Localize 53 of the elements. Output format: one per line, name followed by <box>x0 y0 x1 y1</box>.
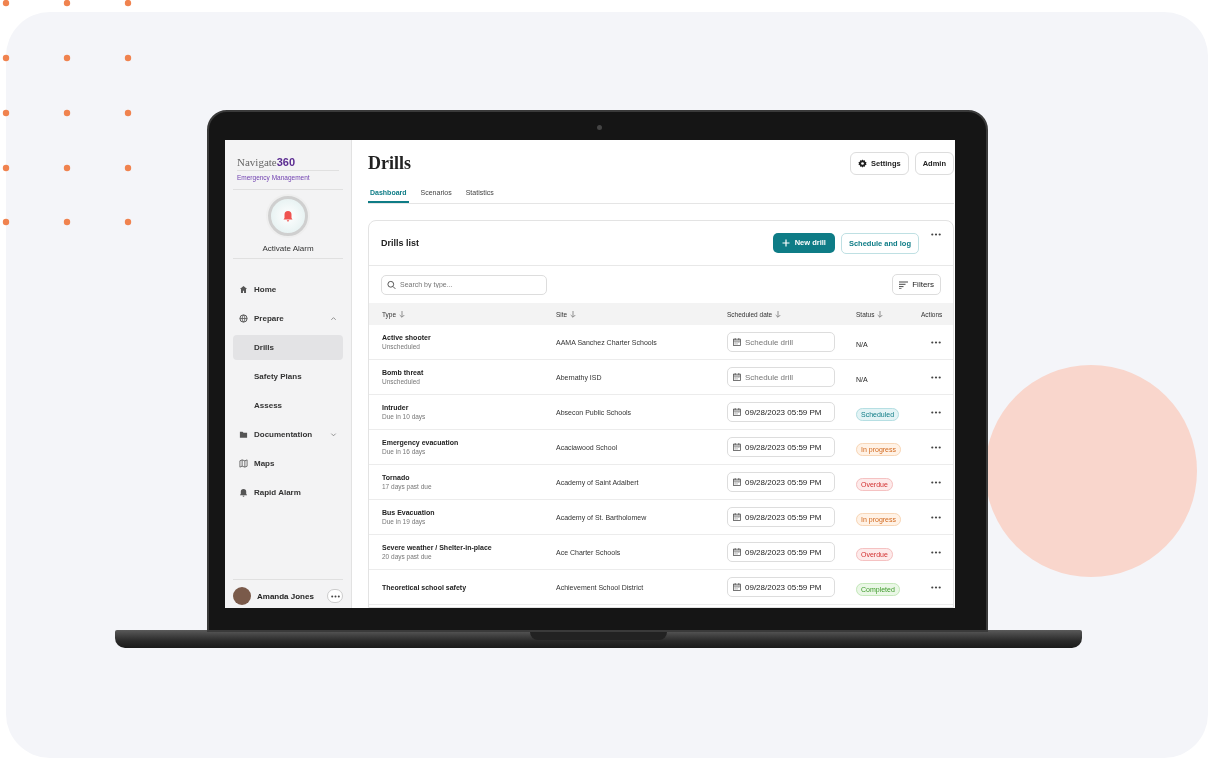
date-field[interactable]: Schedule drill <box>727 332 835 352</box>
nav-item[interactable]: Assess <box>233 393 343 418</box>
calendar-icon <box>733 513 741 521</box>
date-field[interactable]: 09/28/2023 05:59 PM <box>727 507 835 527</box>
alarm-label: Activate Alarm <box>262 244 314 253</box>
more-icon[interactable] <box>931 445 941 449</box>
calendar-icon <box>733 408 741 416</box>
date-field[interactable]: 09/28/2023 05:59 PM <box>727 472 835 492</box>
bell-icon <box>282 210 294 222</box>
globe-icon <box>239 314 248 323</box>
nav-item[interactable]: Prepare <box>233 306 343 331</box>
calendar-icon <box>733 373 741 381</box>
calendar-icon <box>733 338 741 346</box>
more-icon <box>330 594 340 598</box>
user-name: Amanda Jones <box>257 591 315 601</box>
more-icon[interactable] <box>931 410 941 414</box>
nav-item[interactable]: Maps <box>233 451 343 476</box>
more-icon[interactable] <box>931 232 941 236</box>
nav-item[interactable]: Documentation <box>233 422 343 447</box>
avatar <box>233 587 251 605</box>
nav-item[interactable]: Safety Plans <box>233 364 343 389</box>
search-icon <box>387 280 396 289</box>
date-field[interactable]: 09/28/2023 05:59 PM <box>727 402 835 422</box>
house-icon <box>239 285 248 294</box>
calendar-icon <box>733 548 741 556</box>
more-button[interactable] <box>327 589 343 603</box>
more-icon[interactable] <box>931 375 941 379</box>
date-field[interactable]: Schedule drill <box>727 367 835 387</box>
more-icon[interactable] <box>931 550 941 554</box>
calendar-icon <box>733 478 741 486</box>
more-icon[interactable] <box>931 340 941 344</box>
bell-icon <box>239 488 248 497</box>
calendar-icon <box>733 443 741 451</box>
map-icon <box>239 459 248 468</box>
page-title: Drills <box>368 153 411 174</box>
alarm-button[interactable] <box>268 196 308 236</box>
nav-item[interactable]: Home <box>233 277 343 302</box>
settings-icon <box>858 159 868 168</box>
nav-item[interactable]: Drills <box>233 335 343 360</box>
nav-item[interactable]: Rapid Alarm <box>233 480 343 505</box>
plus-icon <box>781 238 790 247</box>
filters-button[interactable]: Filters <box>892 274 941 295</box>
brand-logo: Navigate360 <box>237 156 339 171</box>
folder-icon <box>239 430 248 439</box>
more-icon[interactable] <box>931 585 941 589</box>
more-icon[interactable] <box>931 480 941 484</box>
date-field[interactable]: 09/28/2023 05:59 PM <box>727 437 835 457</box>
filter-icon <box>899 280 909 289</box>
calendar-icon <box>733 583 741 591</box>
date-field[interactable]: 09/28/2023 05:59 PM <box>727 542 835 562</box>
more-icon[interactable] <box>931 515 941 519</box>
card-title: Drills list <box>381 238 419 248</box>
date-field[interactable]: 09/28/2023 05:59 PM <box>727 577 835 597</box>
